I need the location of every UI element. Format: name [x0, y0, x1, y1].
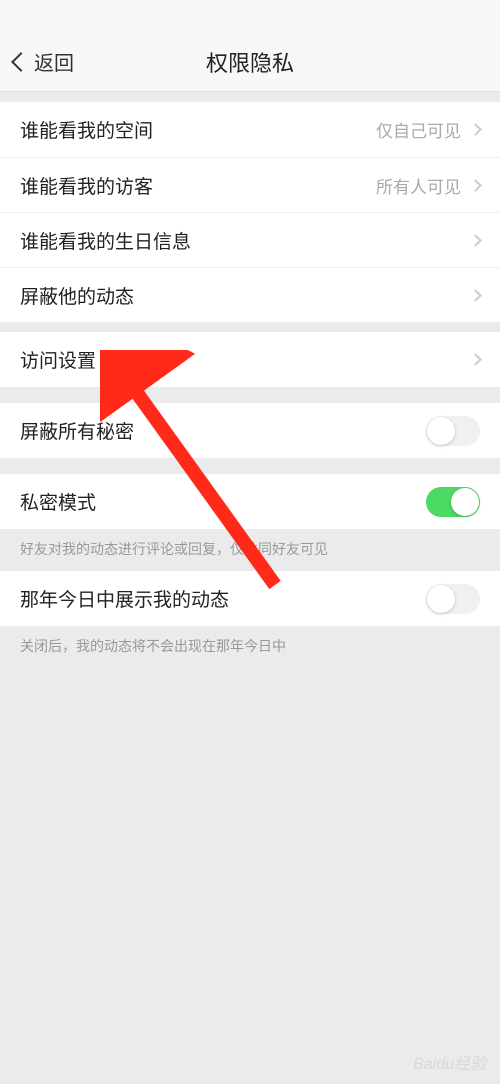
diamond-icon	[104, 350, 124, 370]
row-value: 所有人可见	[376, 173, 461, 198]
row-label: 谁能看我的生日信息	[20, 227, 471, 254]
toggle-hide-secrets[interactable]	[426, 416, 480, 446]
row-who-sees-visitors[interactable]: 谁能看我的访客 所有人可见	[0, 157, 500, 212]
section-spacer	[0, 92, 500, 102]
switch-knob	[427, 417, 455, 445]
row-label: 访问设置	[20, 346, 471, 373]
row-label: 谁能看我的空间	[20, 116, 376, 143]
toggle-private-mode[interactable]	[426, 487, 480, 517]
row-label: 那年今日中展示我的动态	[20, 585, 426, 612]
row-show-memories[interactable]: 那年今日中展示我的动态	[0, 571, 500, 626]
chevron-right-icon	[469, 234, 482, 247]
switch-knob	[451, 488, 479, 516]
watermark: Baidu经验	[413, 1050, 486, 1074]
row-access-settings[interactable]: 访问设置	[0, 332, 500, 387]
back-label: 返回	[34, 47, 74, 76]
chevron-right-icon	[469, 353, 482, 366]
row-who-sees-space[interactable]: 谁能看我的空间 仅自己可见	[0, 102, 500, 157]
row-label: 屏蔽他的动态	[20, 282, 471, 309]
chevron-right-icon	[469, 123, 482, 136]
access-label: 访问设置	[20, 346, 96, 373]
section-spacer	[0, 322, 500, 332]
row-value: 仅自己可见	[376, 117, 461, 142]
row-label: 屏蔽所有秘密	[20, 417, 426, 444]
row-block-activity[interactable]: 屏蔽他的动态	[0, 267, 500, 322]
chevron-right-icon	[469, 289, 482, 302]
section-spacer	[0, 387, 500, 403]
status-bar	[0, 0, 500, 32]
row-label: 私密模式	[20, 488, 426, 515]
chevron-left-icon	[11, 52, 31, 72]
row-hide-secrets[interactable]: 屏蔽所有秘密	[0, 403, 500, 458]
back-button[interactable]: 返回	[14, 47, 74, 76]
chevron-right-icon	[469, 179, 482, 192]
row-private-mode[interactable]: 私密模式	[0, 474, 500, 529]
row-label: 谁能看我的访客	[20, 172, 376, 199]
switch-knob	[427, 585, 455, 613]
section-spacer	[0, 458, 500, 474]
toggle-show-memories[interactable]	[426, 584, 480, 614]
page-title: 权限隐私	[206, 46, 294, 78]
header-bar: 返回 权限隐私	[0, 32, 500, 92]
row-who-sees-birthday[interactable]: 谁能看我的生日信息	[0, 212, 500, 267]
hint-show-memories: 关闭后，我的动态将不会出现在那年今日中	[0, 626, 500, 668]
hint-private-mode: 好友对我的动态进行评论或回复，仅共同好友可见	[0, 529, 500, 571]
